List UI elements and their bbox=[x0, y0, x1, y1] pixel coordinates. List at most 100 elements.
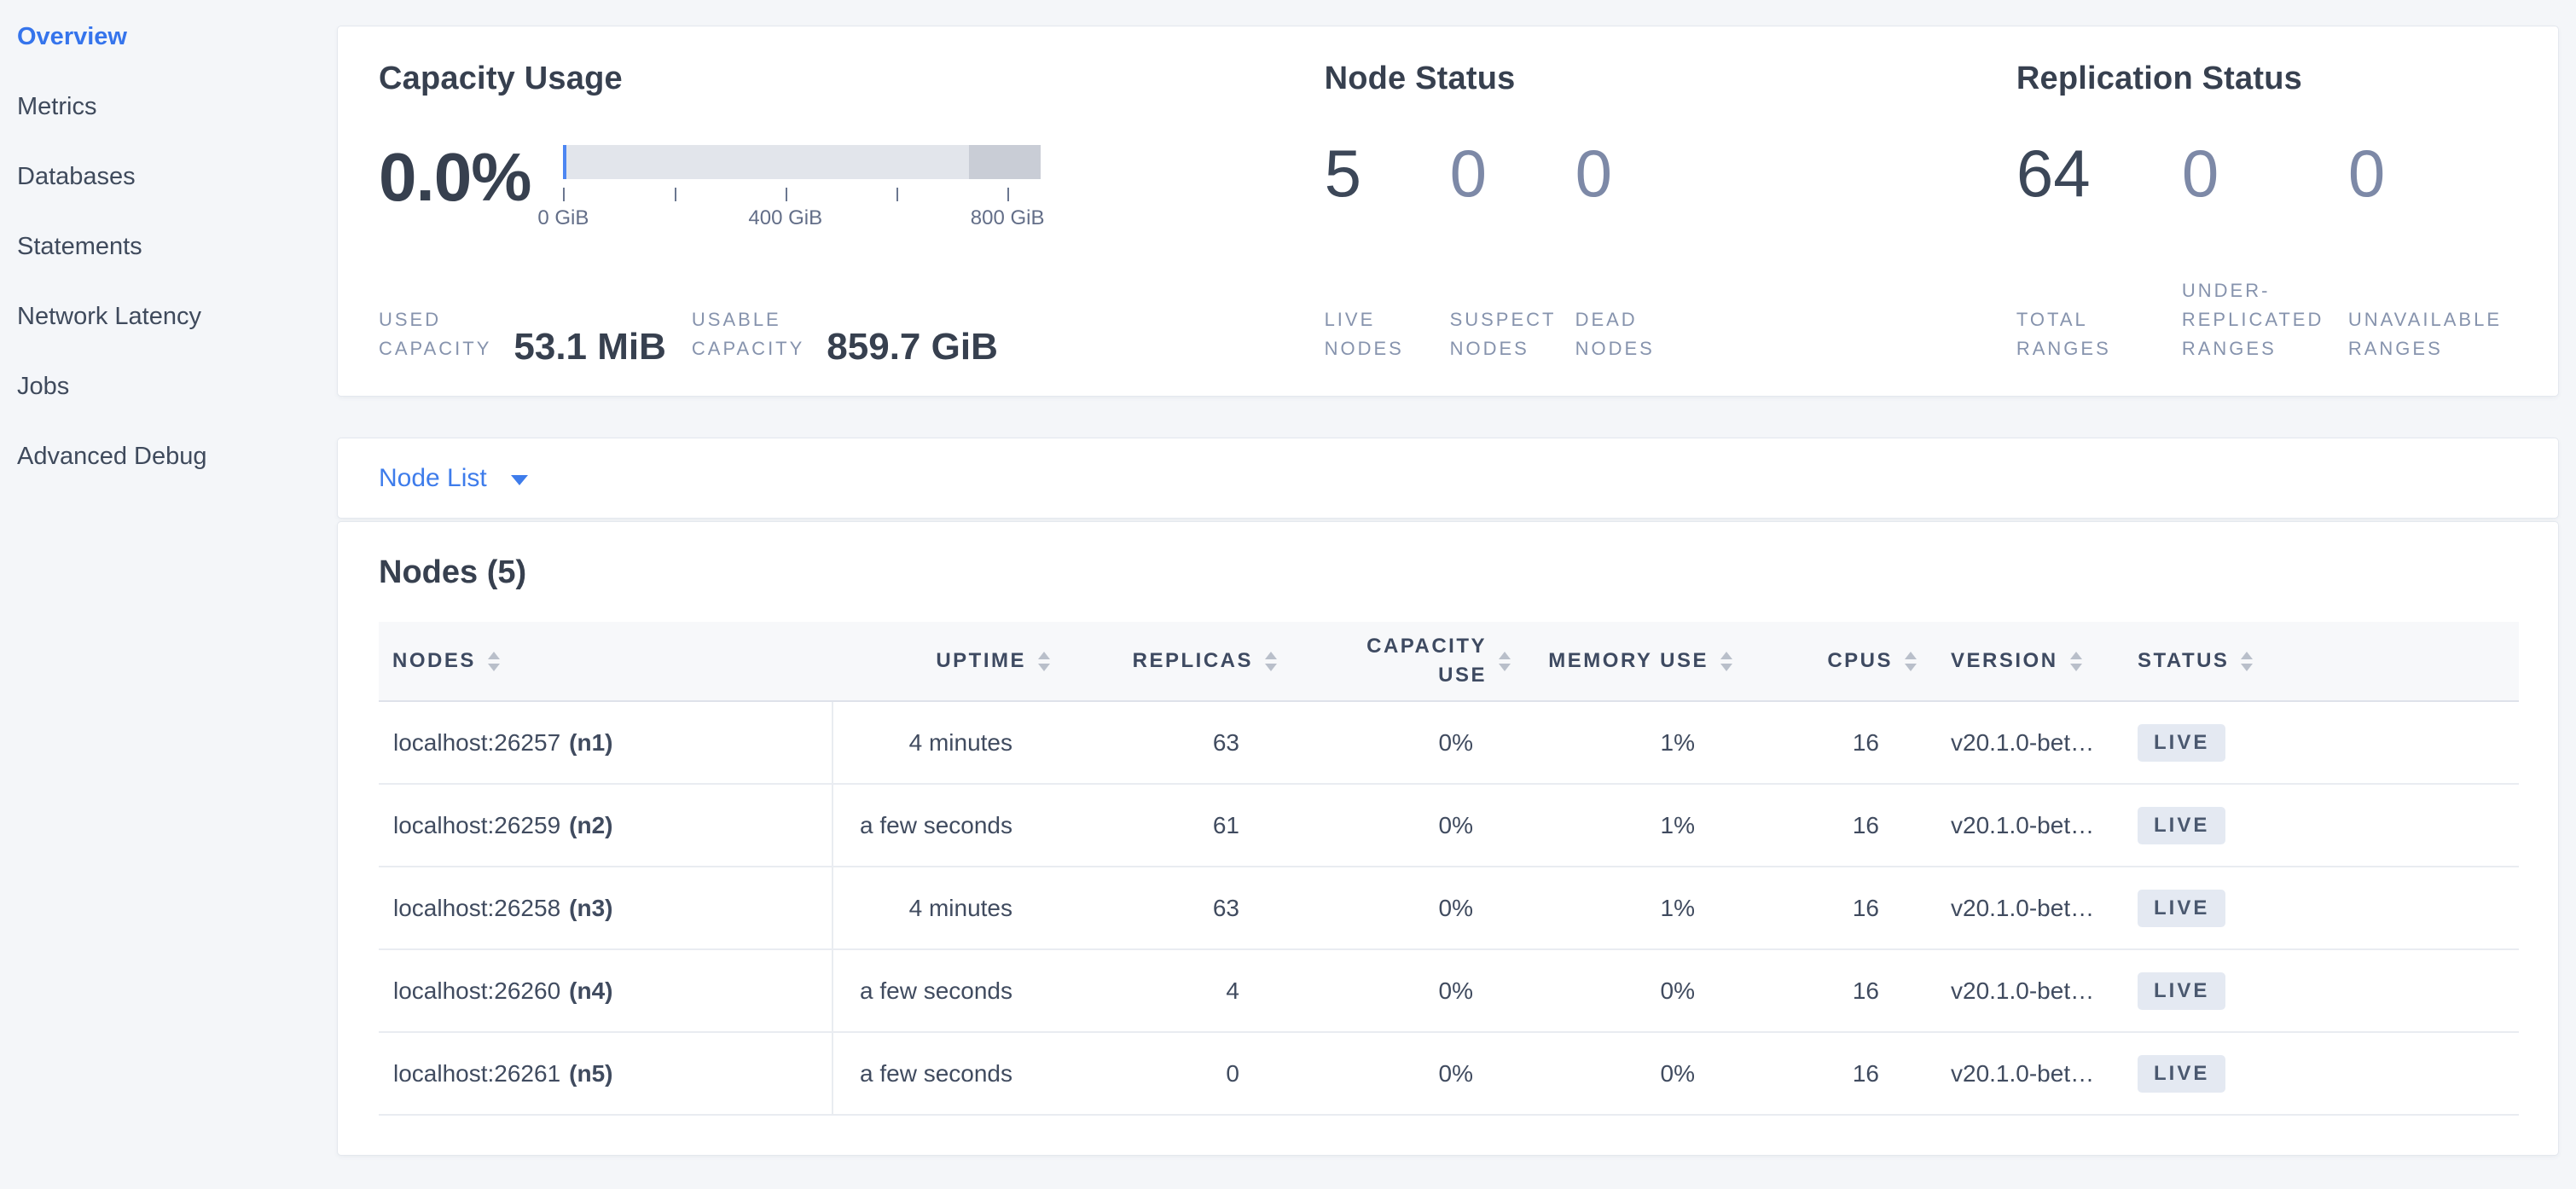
cpus-cell: 16 bbox=[1732, 949, 1917, 1032]
used-capacity-stat: USED CAPACITY 53.1 MiB bbox=[379, 305, 666, 363]
sidebar-item-statements[interactable]: Statements bbox=[17, 232, 337, 261]
node-address: localhost:26259 bbox=[393, 812, 560, 838]
node-list-dropdown[interactable]: Node List bbox=[379, 464, 528, 493]
replication-status-title: Replication Status bbox=[2016, 61, 2517, 97]
column-label: STATUS bbox=[2138, 649, 2229, 673]
capacity-bar-chart: 0 GiB 400 GiB 800 GiB bbox=[563, 145, 1041, 223]
live-nodes-label: LIVE NODES bbox=[1325, 305, 1450, 363]
capacity-percent: 0.0% bbox=[379, 143, 531, 212]
sidebar-item-jobs[interactable]: Jobs bbox=[17, 372, 337, 401]
label-line: UNAVAILABLE bbox=[2348, 305, 2502, 334]
column-label: CPUS bbox=[1827, 649, 1893, 673]
label-line: NODES bbox=[1325, 334, 1435, 363]
capacity-use-cell: 0% bbox=[1277, 1032, 1511, 1115]
replicas-cell: 0 bbox=[1050, 1032, 1277, 1115]
column-header-version[interactable]: VERSION bbox=[1917, 622, 2095, 701]
version-cell: v20.1.0-bet… bbox=[1917, 701, 2095, 784]
live-nodes-value: 5 bbox=[1325, 140, 1450, 206]
capacity-bar-used-segment bbox=[563, 145, 566, 179]
node-address: localhost:26257 bbox=[393, 729, 560, 756]
memory-use-cell: 1% bbox=[1511, 701, 1732, 784]
column-header-nodes[interactable]: NODES bbox=[379, 622, 833, 701]
axis-tick-label: 800 GiB bbox=[971, 206, 1045, 230]
node-address-cell[interactable]: localhost:26260(n4) bbox=[379, 949, 833, 1032]
cpus-cell: 16 bbox=[1732, 784, 1917, 867]
uptime-cell: a few seconds bbox=[833, 949, 1050, 1032]
version-cell: v20.1.0-bet… bbox=[1917, 867, 2095, 949]
status-cell: LIVE bbox=[2095, 1032, 2519, 1115]
table-row: localhost:26259(n2) a few seconds 61 0% … bbox=[379, 784, 2519, 867]
uptime-cell: a few seconds bbox=[833, 784, 1050, 867]
column-header-capacity-use[interactable]: CAPACITY USE bbox=[1277, 622, 1511, 701]
sidebar-item-databases[interactable]: Databases bbox=[17, 162, 337, 191]
node-id: (n2) bbox=[569, 812, 612, 838]
column-header-memory-use[interactable]: MEMORY USE bbox=[1511, 622, 1732, 701]
label-line: DEAD bbox=[1575, 305, 2001, 334]
sort-icon bbox=[488, 652, 500, 671]
capacity-axis: 0 GiB 400 GiB 800 GiB bbox=[563, 179, 1041, 223]
column-header-status[interactable]: STATUS bbox=[2095, 622, 2519, 701]
status-badge: LIVE bbox=[2138, 890, 2225, 927]
capacity-bar bbox=[563, 145, 1041, 179]
node-status-section: Node Status 5 LIVE NODES 0 SUSPECT NODES… bbox=[1325, 61, 2016, 363]
node-address-cell[interactable]: localhost:26258 (n3) bbox=[379, 867, 833, 949]
nodes-table-title: Nodes (5) bbox=[379, 554, 2517, 591]
usable-capacity-label: USABLE CAPACITY bbox=[692, 305, 804, 363]
node-address: localhost:26261 bbox=[393, 1060, 560, 1087]
node-address-cell[interactable]: localhost:26259 (n2) bbox=[379, 784, 833, 867]
node-address: localhost:26260 bbox=[393, 977, 560, 1004]
axis-tick bbox=[563, 188, 565, 201]
label-line: TOTAL bbox=[2016, 305, 2167, 334]
table-row: localhost:26258(n3) 4 minutes 63 0% 1% 1… bbox=[379, 867, 2519, 949]
label-line: CAPACITY bbox=[379, 334, 491, 363]
status-badge: LIVE bbox=[2138, 724, 2225, 762]
sort-icon bbox=[1499, 652, 1511, 671]
sidebar: Overview Metrics Databases Statements Ne… bbox=[0, 0, 337, 1189]
capacity-bar-other-segment bbox=[969, 145, 1041, 179]
sidebar-item-advanced-debug[interactable]: Advanced Debug bbox=[17, 442, 337, 471]
usable-capacity-stat: USABLE CAPACITY 859.7 GiB bbox=[692, 305, 998, 363]
label-line: UNDER- bbox=[2182, 276, 2333, 305]
sort-icon bbox=[1038, 652, 1050, 671]
column-label: MEMORY USE bbox=[1548, 649, 1709, 673]
column-label: VERSION bbox=[1951, 649, 2058, 673]
sidebar-item-network-latency[interactable]: Network Latency bbox=[17, 302, 337, 331]
unavailable-ranges-value: 0 bbox=[2348, 140, 2517, 206]
version-cell: v20.1.0-bet… bbox=[1917, 784, 2095, 867]
sort-icon bbox=[1905, 652, 1917, 671]
node-status-title: Node Status bbox=[1325, 61, 2016, 97]
sidebar-item-metrics[interactable]: Metrics bbox=[17, 92, 337, 121]
label-line: USABLE bbox=[692, 305, 804, 334]
total-ranges-label: TOTAL RANGES bbox=[2016, 305, 2182, 363]
node-address-cell[interactable]: localhost:26261(n5) bbox=[379, 1032, 833, 1115]
node-status-metrics: 5 LIVE NODES 0 SUSPECT NODES 0 DEAD NODE… bbox=[1325, 140, 2016, 363]
axis-tick bbox=[896, 188, 898, 201]
uptime-cell: a few seconds bbox=[833, 1032, 1050, 1115]
column-header-cpus[interactable]: CPUS bbox=[1732, 622, 1917, 701]
cpus-cell: 16 bbox=[1732, 701, 1917, 784]
dead-nodes-value: 0 bbox=[1575, 140, 2016, 206]
memory-use-cell: 1% bbox=[1511, 784, 1732, 867]
replication-status-section: Replication Status 64 TOTAL RANGES 0 UND… bbox=[2016, 61, 2517, 363]
axis-tick-label: 400 GiB bbox=[748, 206, 822, 230]
label-line: CAPACITY bbox=[692, 334, 804, 363]
column-header-uptime[interactable]: UPTIME bbox=[833, 622, 1050, 701]
chevron-down-icon bbox=[511, 475, 528, 485]
node-address: localhost:26258 bbox=[393, 895, 560, 921]
under-replicated-ranges-value: 0 bbox=[2182, 140, 2348, 206]
column-label: CAPACITY USE bbox=[1346, 632, 1487, 689]
column-header-replicas[interactable]: REPLICAS bbox=[1050, 622, 1277, 701]
node-list-dropdown-label: Node List bbox=[379, 464, 487, 493]
replicas-cell: 63 bbox=[1050, 701, 1277, 784]
node-address-cell[interactable]: localhost:26257(n1) bbox=[379, 701, 833, 784]
status-cell: LIVE bbox=[2095, 784, 2519, 867]
memory-use-cell: 1% bbox=[1511, 867, 1732, 949]
main-content: Capacity Usage 0.0% 0 GiB 40 bbox=[337, 0, 2576, 1156]
axis-tick bbox=[786, 188, 787, 201]
memory-use-cell: 0% bbox=[1511, 949, 1732, 1032]
sidebar-item-overview[interactable]: Overview bbox=[17, 22, 337, 51]
node-id: (n3) bbox=[569, 895, 612, 921]
label-line: RANGES bbox=[2348, 334, 2502, 363]
label-line: NODES bbox=[1575, 334, 2001, 363]
cpus-cell: 16 bbox=[1732, 1032, 1917, 1115]
